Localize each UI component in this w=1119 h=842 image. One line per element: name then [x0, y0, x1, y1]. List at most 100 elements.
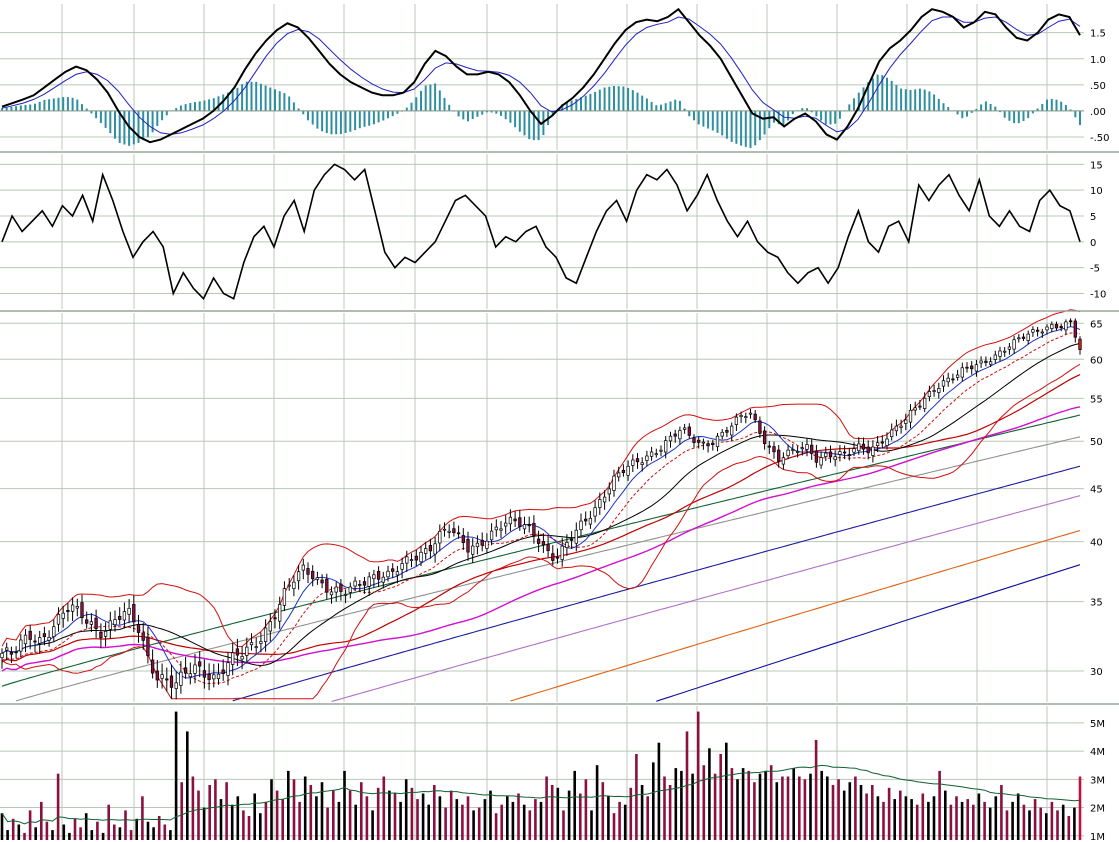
candle-body	[842, 451, 847, 454]
volume-bar	[1073, 807, 1076, 840]
candle-body	[706, 443, 710, 447]
candle-body	[207, 673, 211, 680]
candle-body	[626, 465, 630, 476]
volume-bar	[242, 810, 245, 840]
volume-bar	[573, 770, 576, 840]
volume-bar	[438, 796, 442, 840]
candle-body	[424, 548, 428, 554]
candle-body	[306, 568, 310, 575]
volume-bar	[747, 770, 750, 840]
volume-bar	[281, 799, 284, 840]
volume-bar	[792, 768, 795, 840]
volume-bar	[623, 804, 627, 840]
volume-bar	[612, 813, 616, 840]
candle-body	[414, 555, 418, 561]
candle-body	[367, 576, 371, 587]
volume-bar	[848, 782, 852, 840]
volume-bar	[494, 813, 498, 840]
candle-body	[861, 443, 866, 450]
candle-body	[998, 350, 1002, 357]
candle-body	[1045, 326, 1049, 331]
y-tick-label: 1.5	[1090, 29, 1106, 40]
ma-short-line	[1, 326, 1081, 679]
candle-body	[546, 543, 550, 552]
candle-body	[23, 634, 28, 645]
candle-body	[932, 390, 936, 392]
volume-bar	[152, 827, 155, 840]
volume-bar	[79, 827, 82, 840]
candle-body	[908, 409, 913, 423]
volume-bar	[545, 776, 548, 840]
volume-bar	[214, 779, 217, 840]
volume-bar	[376, 787, 380, 840]
candle-body	[664, 440, 668, 453]
candle-body	[890, 429, 894, 437]
candle-body	[593, 507, 597, 517]
candle-body	[33, 640, 37, 643]
candle-body	[598, 499, 602, 508]
volume-bar	[1056, 810, 1059, 840]
volume-bar	[404, 779, 408, 840]
volume-bar	[360, 782, 363, 840]
candle-body	[94, 617, 98, 629]
volume-bar	[298, 801, 301, 840]
candle-body	[772, 446, 776, 453]
volume-bar	[483, 799, 487, 840]
candle-body	[1054, 323, 1059, 329]
candle-body	[1021, 336, 1026, 339]
volume-bar	[938, 770, 941, 840]
volume-bar	[1022, 804, 1026, 840]
candle-body	[47, 636, 51, 641]
bollinger-lower-band	[1, 363, 1081, 700]
candle-body	[786, 449, 790, 456]
volume-bar	[758, 773, 762, 840]
candle-body	[692, 437, 696, 443]
candle-body	[240, 656, 244, 660]
candle-body	[687, 426, 691, 436]
volume-bar	[652, 762, 655, 840]
macd-line	[1, 7, 1081, 144]
candle-body	[551, 553, 555, 561]
volume-bar	[893, 799, 896, 840]
volume-bar	[663, 776, 666, 840]
volume-bar	[522, 804, 526, 840]
candle-body	[292, 581, 296, 589]
volume-bar	[556, 787, 560, 840]
volume-bar	[410, 787, 414, 840]
volume-bar	[45, 821, 49, 840]
y-tick-label: 3M	[1090, 775, 1105, 786]
chart-canvas: 1.51.0.50.00-.50151050-5-106560555045403…	[0, 4, 1119, 842]
volume-bar	[449, 790, 453, 840]
ma-1-line	[1, 343, 1081, 667]
candle-body	[617, 472, 621, 478]
volume-bar	[859, 785, 863, 840]
volume-bar	[23, 832, 26, 840]
volume-bar	[579, 793, 582, 840]
volume-bar	[236, 796, 240, 840]
candle-body	[438, 530, 442, 544]
volume-bar	[786, 776, 790, 840]
candle-body	[795, 451, 800, 453]
volume-bar	[141, 796, 144, 840]
candle-body	[296, 571, 301, 582]
candle-body	[635, 458, 640, 463]
ma-9-line	[656, 564, 1081, 702]
candle-body	[122, 611, 127, 621]
volume-bar	[388, 790, 391, 840]
candle-body	[278, 604, 282, 622]
y-tick-label: 55	[1090, 394, 1103, 405]
candle-body	[697, 439, 701, 443]
candle-body	[536, 538, 541, 544]
candle-body	[146, 636, 150, 657]
volume-bar	[287, 770, 290, 840]
volume-bar	[275, 790, 279, 840]
candle-body	[602, 496, 607, 503]
y-tick-label: 50	[1090, 437, 1103, 448]
y-tick-label: 40	[1090, 538, 1103, 549]
candle-body	[725, 430, 729, 433]
volume-bar	[994, 796, 998, 840]
candle-body	[489, 530, 494, 541]
candle-body	[781, 457, 786, 465]
volume-bar	[90, 830, 94, 840]
candle-body	[673, 433, 677, 437]
